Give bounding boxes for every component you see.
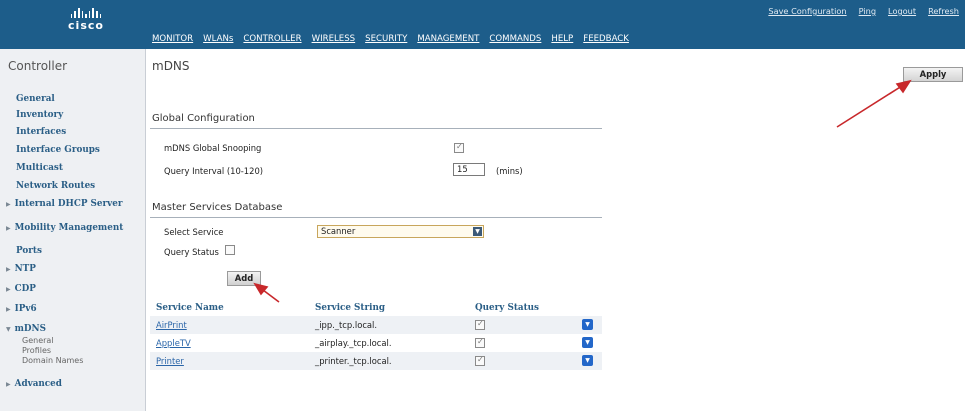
query-status-checkbox[interactable] bbox=[475, 337, 485, 348]
sidebar-item-advanced[interactable]: ▶ Advanced bbox=[6, 379, 62, 389]
table-row: Printer _printer._tcp.local. ▼ bbox=[150, 352, 602, 370]
query-status-checkbox[interactable] bbox=[475, 319, 485, 330]
table-row: AirPrint _ipp._tcp.local. ▼ bbox=[150, 316, 602, 334]
sidebar-item-label: Mobility Management bbox=[14, 223, 124, 233]
service-name-link[interactable]: AppleTV bbox=[156, 338, 191, 348]
nav-help[interactable]: HELP bbox=[551, 34, 573, 44]
sidebar-subitem-domain-names[interactable]: Domain Names bbox=[22, 356, 83, 365]
sidebar-item-ipv6[interactable]: ▶ IPv6 bbox=[6, 304, 37, 314]
chevron-down-icon: ▼ bbox=[473, 227, 482, 236]
nav-wlans[interactable]: WLANs bbox=[203, 34, 233, 44]
row-menu-icon[interactable]: ▼ bbox=[582, 319, 593, 330]
cisco-bars-icon bbox=[58, 8, 114, 18]
sidebar-item-label: mDNS bbox=[14, 324, 46, 334]
sidebar-item-mdns[interactable]: ▼ mDNS bbox=[6, 324, 46, 334]
column-header-service-string: Service String bbox=[315, 303, 385, 313]
sidebar-item-label: CDP bbox=[14, 284, 36, 294]
sidebar-item-ntp[interactable]: ▶ NTP bbox=[6, 264, 36, 274]
global-configuration-heading: Global Configuration bbox=[152, 113, 255, 124]
sidebar: Controller General Inventory Interfaces … bbox=[0, 49, 146, 411]
sidebar-item-label: Internal DHCP Server bbox=[14, 199, 123, 209]
page-title: mDNS bbox=[152, 59, 190, 73]
sidebar-item-inventory[interactable]: Inventory bbox=[16, 110, 63, 120]
nav-feedback[interactable]: FEEDBACK bbox=[583, 34, 629, 44]
query-status-checkbox[interactable] bbox=[225, 245, 235, 255]
sidebar-item-internal-dhcp-server[interactable]: ▶ Internal DHCP Server bbox=[6, 199, 122, 209]
sidebar-item-label: Advanced bbox=[14, 379, 62, 389]
sidebar-item-general[interactable]: General bbox=[16, 94, 55, 104]
select-service-label: Select Service bbox=[164, 227, 224, 237]
section-divider bbox=[150, 217, 602, 218]
expand-caret-icon: ▶ bbox=[6, 266, 11, 273]
add-button[interactable]: Add bbox=[227, 271, 261, 286]
logout-link[interactable]: Logout bbox=[888, 6, 916, 16]
expand-caret-icon: ▶ bbox=[6, 381, 11, 388]
app-window: cisco MONITOR WLANs CONTROLLER WIRELESS … bbox=[0, 0, 965, 411]
expand-caret-icon: ▶ bbox=[6, 225, 11, 232]
utility-links: Save Configuration Ping Logout Refresh bbox=[756, 6, 959, 16]
query-status-checkbox[interactable] bbox=[475, 355, 485, 366]
table-row: AppleTV _airplay._tcp.local. ▼ bbox=[150, 334, 602, 352]
service-string: _printer._tcp.local. bbox=[315, 356, 392, 366]
sidebar-item-network-routes[interactable]: Network Routes bbox=[16, 181, 95, 191]
mdns-global-snooping-checkbox[interactable] bbox=[454, 142, 464, 153]
logo-text: cisco bbox=[68, 19, 104, 32]
sidebar-item-label: NTP bbox=[14, 264, 36, 274]
select-service-value: Scanner bbox=[321, 226, 356, 236]
nav-management[interactable]: MANAGEMENT bbox=[417, 34, 479, 44]
service-string: _ipp._tcp.local. bbox=[315, 320, 378, 330]
ping-link[interactable]: Ping bbox=[859, 6, 876, 16]
sidebar-item-multicast[interactable]: Multicast bbox=[16, 163, 63, 173]
service-name-link[interactable]: Printer bbox=[156, 356, 184, 366]
top-header: cisco MONITOR WLANs CONTROLLER WIRELESS … bbox=[0, 0, 965, 49]
query-status-label: Query Status bbox=[164, 247, 219, 257]
nav-wireless[interactable]: WIRELESS bbox=[312, 34, 356, 44]
service-name-link[interactable]: AirPrint bbox=[156, 320, 187, 330]
sidebar-item-interfaces[interactable]: Interfaces bbox=[16, 127, 66, 137]
main-nav: MONITOR WLANs CONTROLLER WIRELESS SECURI… bbox=[152, 34, 639, 44]
service-string: _airplay._tcp.local. bbox=[315, 338, 392, 348]
query-interval-unit: (mins) bbox=[496, 166, 523, 176]
expand-caret-icon: ▶ bbox=[6, 306, 11, 313]
cisco-logo: cisco bbox=[58, 8, 114, 32]
apply-button[interactable]: Apply bbox=[903, 67, 963, 82]
nav-commands[interactable]: COMMANDS bbox=[489, 34, 541, 44]
query-interval-input[interactable]: 15 bbox=[453, 163, 485, 176]
sidebar-item-label: IPv6 bbox=[14, 304, 37, 314]
column-header-query-status: Query Status bbox=[475, 303, 539, 313]
section-divider bbox=[150, 128, 602, 129]
query-interval-label: Query Interval (10-120) bbox=[164, 166, 264, 176]
master-services-database-heading: Master Services Database bbox=[152, 202, 283, 213]
nav-security[interactable]: SECURITY bbox=[365, 34, 407, 44]
save-configuration-link[interactable]: Save Configuration bbox=[768, 6, 846, 16]
mdns-global-snooping-label: mDNS Global Snooping bbox=[164, 143, 262, 153]
sidebar-item-interface-groups[interactable]: Interface Groups bbox=[16, 145, 100, 155]
nav-monitor[interactable]: MONITOR bbox=[152, 34, 193, 44]
row-menu-icon[interactable]: ▼ bbox=[582, 355, 593, 366]
refresh-link[interactable]: Refresh bbox=[928, 6, 959, 16]
arrow-to-add-icon bbox=[253, 282, 280, 303]
sidebar-subitem-general[interactable]: General bbox=[22, 336, 54, 345]
collapse-caret-icon: ▼ bbox=[6, 326, 11, 333]
sidebar-item-mobility-management[interactable]: ▶ Mobility Management bbox=[6, 223, 123, 233]
select-service-dropdown[interactable]: Scanner ▼ bbox=[317, 225, 484, 238]
sidebar-item-ports[interactable]: Ports bbox=[16, 246, 42, 256]
row-menu-icon[interactable]: ▼ bbox=[582, 337, 593, 348]
column-header-service-name: Service Name bbox=[156, 303, 224, 313]
expand-caret-icon: ▶ bbox=[6, 286, 11, 293]
nav-controller[interactable]: CONTROLLER bbox=[243, 34, 301, 44]
sidebar-item-cdp[interactable]: ▶ CDP bbox=[6, 284, 36, 294]
sidebar-subitem-profiles[interactable]: Profiles bbox=[22, 346, 51, 355]
arrow-to-apply-icon bbox=[836, 79, 912, 128]
expand-caret-icon: ▶ bbox=[6, 201, 11, 208]
sidebar-title: Controller bbox=[8, 59, 68, 73]
